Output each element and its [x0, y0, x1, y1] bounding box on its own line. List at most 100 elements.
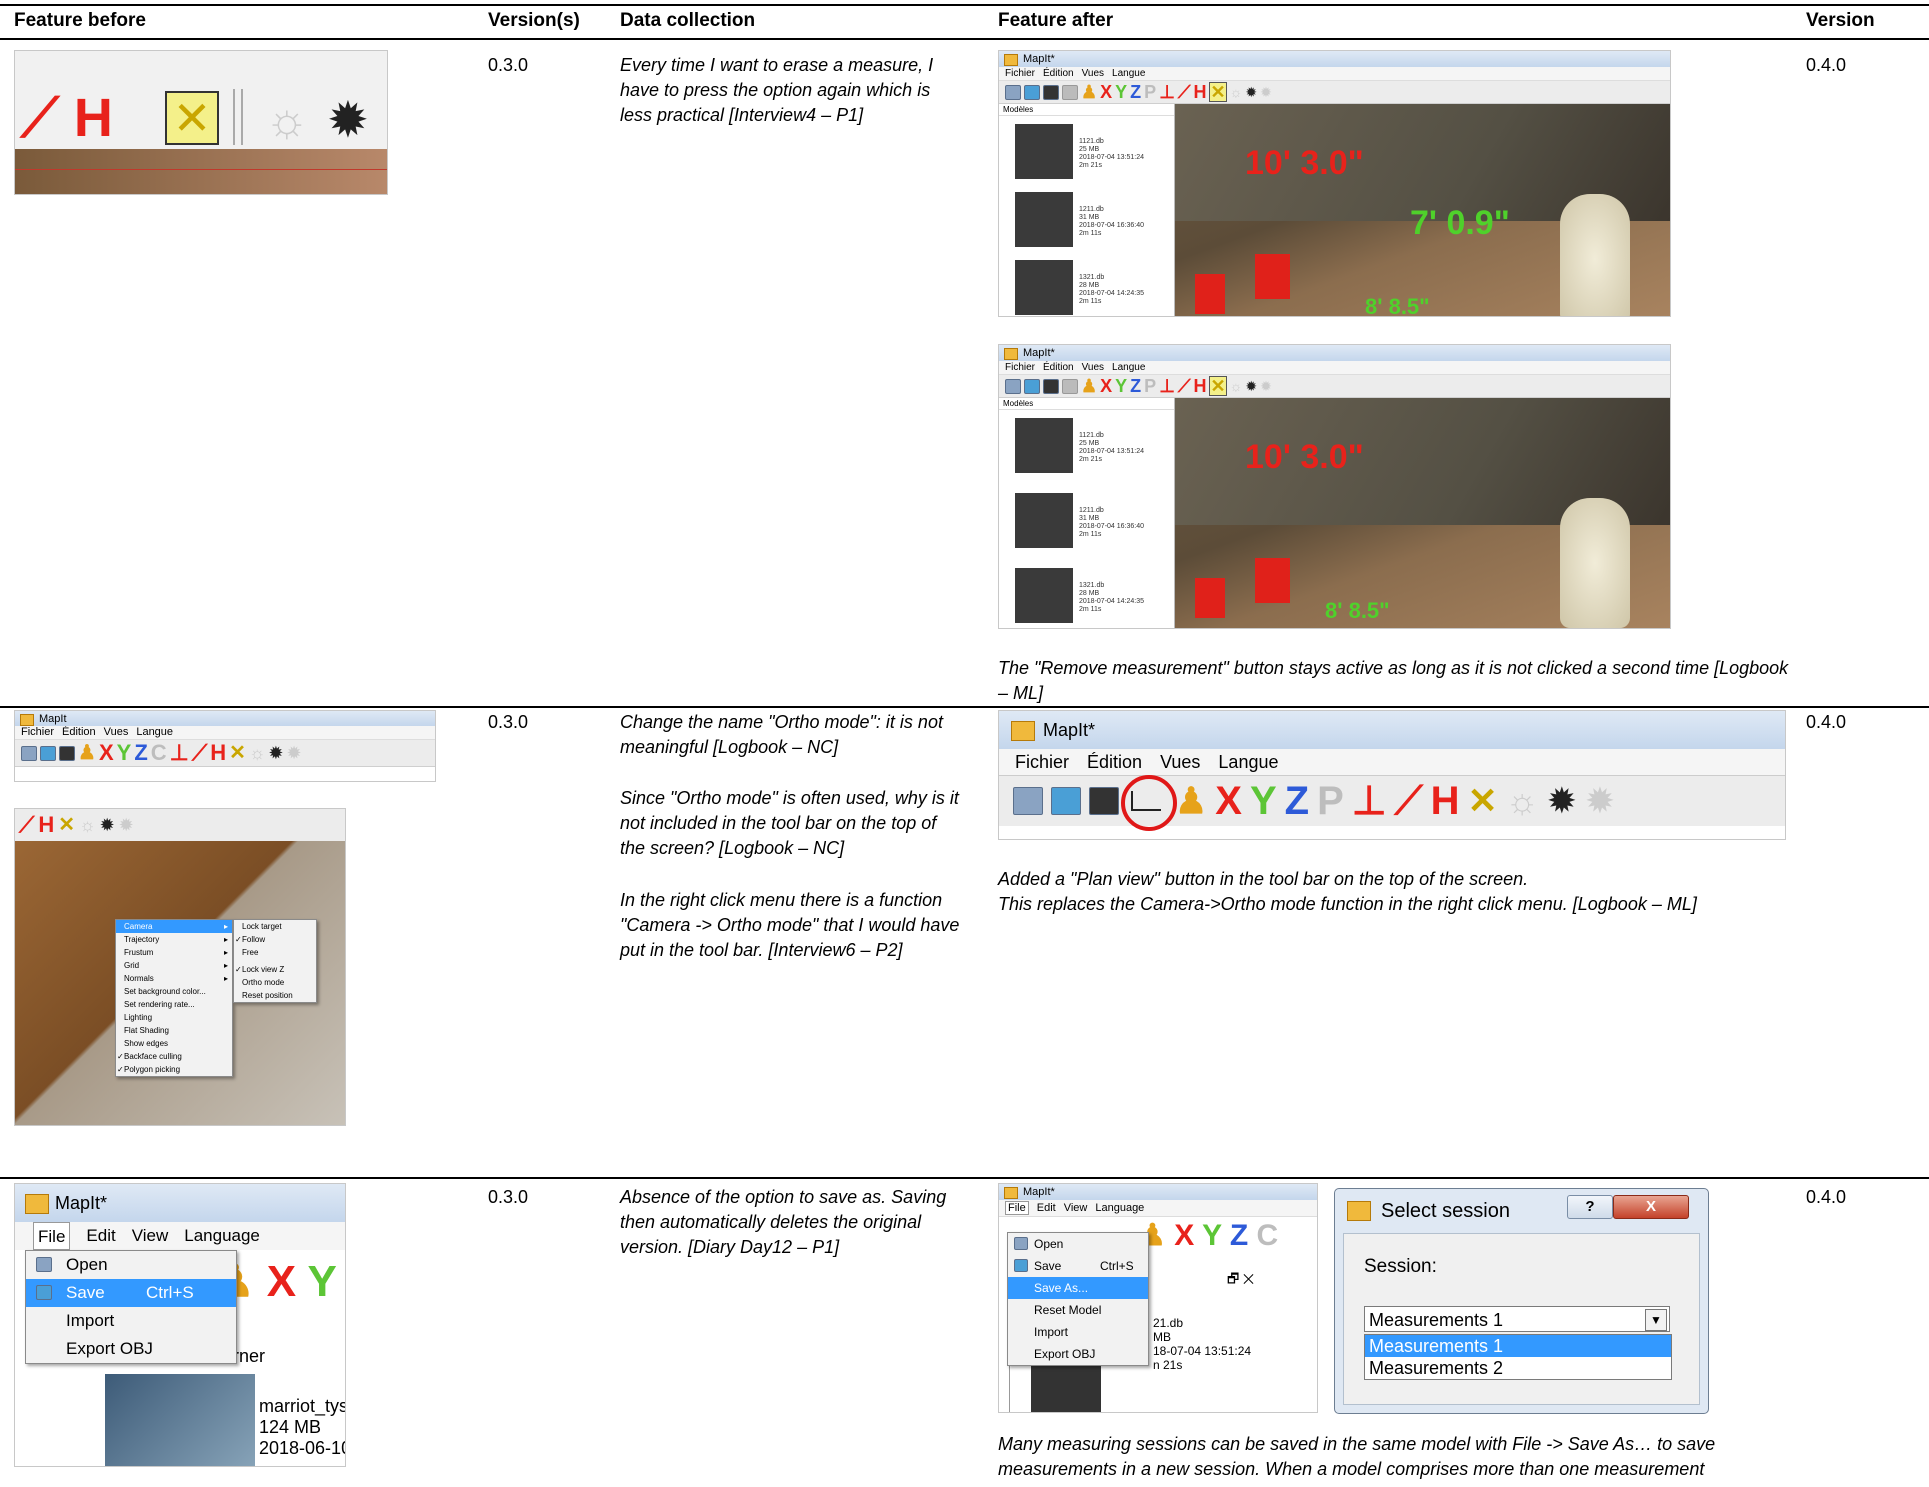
menu-item-lighting[interactable]: Lighting — [116, 1011, 232, 1024]
line-icon[interactable]: ⟋ — [192, 742, 207, 764]
save-icon[interactable] — [1024, 378, 1040, 394]
menu-item-export-obj[interactable]: Export OBJ — [26, 1335, 236, 1363]
line-icon[interactable]: ⟋ — [1178, 377, 1191, 395]
menu-item-frustum[interactable]: Frustum ▸ — [116, 946, 232, 959]
light-dim-icon[interactable]: ✹ — [1260, 378, 1272, 395]
submenu-free[interactable]: Free — [234, 946, 316, 959]
remove-measurement-icon[interactable]: ✕ — [1468, 781, 1498, 821]
light-dim-icon[interactable]: ✹ — [1260, 84, 1272, 101]
perpendicular-icon[interactable]: ⊥ — [1159, 83, 1175, 101]
light-dim-icon[interactable]: ✹ — [1585, 780, 1615, 822]
panel-controls[interactable]: 🗗 ✕ — [1227, 1270, 1254, 1292]
model-icon[interactable]: ♟ — [1175, 781, 1207, 821]
menu-item-export-obj[interactable]: Export OBJ — [1008, 1343, 1148, 1365]
remove-measurement-icon[interactable]: ✕ — [229, 743, 246, 763]
light-on-icon[interactable]: ✹ — [268, 743, 283, 764]
camera-icon[interactable] — [59, 745, 75, 761]
submenu-lock-target[interactable]: Lock target — [234, 920, 316, 933]
model-icon[interactable]: ♟ — [1081, 83, 1097, 101]
close-button[interactable]: X — [1613, 1195, 1689, 1219]
open-icon[interactable] — [1005, 84, 1021, 100]
save-icon[interactable] — [1024, 84, 1040, 100]
remove-measurement-button[interactable]: ✕ — [1209, 82, 1227, 102]
model-thumbnail[interactable] — [1015, 260, 1073, 315]
submenu-lock-view-z[interactable]: ✓ Lock view Z — [234, 963, 316, 976]
model-icon[interactable]: ♟ — [78, 743, 96, 763]
menu-item-trajectory[interactable]: Trajectory ▸ — [116, 933, 232, 946]
model-thumbnail[interactable] — [105, 1374, 255, 1466]
menu-item-save-as[interactable]: Save As... — [1008, 1277, 1148, 1299]
camera-icon[interactable] — [1089, 787, 1119, 815]
menu-view[interactable]: View — [132, 1222, 169, 1250]
menu-item-show-edges[interactable]: Show edges — [116, 1037, 232, 1050]
light-off-icon[interactable]: ☼ — [1230, 84, 1243, 100]
model-icon[interactable]: ♟ — [1081, 377, 1097, 395]
help-button[interactable]: ? — [1567, 1195, 1613, 1219]
menu-item-import[interactable]: Import — [26, 1307, 236, 1335]
menu-item-background-color[interactable]: Set background color... — [116, 985, 232, 998]
line-icon[interactable]: ⟋ — [1178, 83, 1191, 101]
perpendicular-icon[interactable]: ⊥ — [1352, 781, 1387, 821]
model-thumbnail[interactable] — [1015, 568, 1073, 623]
light-off-icon[interactable]: ☼ — [1506, 780, 1539, 822]
open-icon[interactable] — [1005, 378, 1021, 394]
menu-item-grid[interactable]: Grid ▸ — [116, 959, 232, 972]
light-off-icon[interactable]: ☼ — [249, 743, 266, 764]
plan-view-icon[interactable] — [1062, 84, 1078, 100]
menu-langue[interactable]: Langue — [1218, 749, 1278, 775]
light-on-icon[interactable]: ✹ — [100, 815, 115, 836]
camera-icon[interactable] — [1043, 378, 1059, 394]
menu-item-import[interactable]: Import — [1008, 1321, 1148, 1343]
perpendicular-icon[interactable]: ⊥ — [1159, 377, 1175, 395]
perpendicular-icon[interactable]: ⊥ — [170, 742, 189, 764]
save-icon[interactable] — [1051, 787, 1081, 815]
menu-edit[interactable]: Edit — [86, 1222, 115, 1250]
session-option[interactable]: Measurements 1 — [1365, 1335, 1671, 1357]
remove-measurement-button[interactable]: ✕ — [1209, 376, 1227, 396]
submenu-reset-position[interactable]: Reset position — [234, 989, 316, 1002]
line-icon[interactable]: ⟋ — [1395, 781, 1423, 821]
menu-edition[interactable]: Édition — [1087, 749, 1142, 775]
save-icon[interactable] — [40, 745, 56, 761]
menu-item-open[interactable]: Open — [1008, 1233, 1148, 1255]
model-thumbnail[interactable] — [1015, 493, 1073, 548]
open-icon[interactable] — [21, 745, 37, 761]
menu-item-reset-model[interactable]: Reset Model — [1008, 1299, 1148, 1321]
menu-fichier[interactable]: Fichier — [1015, 749, 1069, 775]
plan-view-button[interactable] — [1121, 775, 1177, 831]
menu-item-flat-shading[interactable]: Flat Shading — [116, 1024, 232, 1037]
model-thumbnail[interactable] — [1015, 192, 1073, 247]
open-icon[interactable] — [1013, 787, 1043, 815]
model-thumbnail[interactable] — [1015, 124, 1073, 179]
model-thumbnail[interactable] — [1015, 418, 1073, 473]
menu-item-camera[interactable]: Camera ▸ — [116, 920, 232, 933]
light-dim-icon[interactable]: ✹ — [119, 815, 134, 836]
3d-viewport[interactable]: 10' 3.0" 8' 8.5" — [1175, 398, 1670, 628]
menu-vues[interactable]: Vues — [1160, 749, 1200, 775]
menu-file[interactable]: File — [33, 1222, 71, 1250]
menu-item-normals[interactable]: Normals ▸ — [116, 972, 232, 985]
menu-item-save[interactable]: Save Ctrl+S — [1008, 1255, 1148, 1277]
menu-language[interactable]: Language — [184, 1222, 260, 1250]
line-icon[interactable]: ⟋ — [19, 814, 34, 836]
menu-item-backface-culling[interactable]: ✓ Backface culling — [116, 1050, 232, 1063]
submenu-ortho-mode[interactable]: Ortho mode — [234, 976, 316, 989]
plan-view-icon[interactable] — [1062, 378, 1078, 394]
light-on-icon[interactable]: ✹ — [1245, 84, 1257, 101]
menu-item-open[interactable]: Open — [26, 1251, 236, 1279]
session-option[interactable]: Measurements 2 — [1365, 1357, 1671, 1379]
submenu-follow[interactable]: ✓ Follow — [234, 933, 316, 946]
remove-measurement-icon[interactable]: ✕ — [58, 815, 75, 835]
light-on-icon[interactable]: ✹ — [1245, 378, 1257, 395]
light-off-icon[interactable]: ☼ — [1230, 378, 1243, 394]
3d-viewport[interactable]: 10' 3.0" 7' 0.9" 8' 8.5" — [1175, 104, 1670, 316]
menu-item-rendering-rate[interactable]: Set rendering rate... — [116, 998, 232, 1011]
menu-item-polygon-picking[interactable]: ✓ Polygon picking — [116, 1063, 232, 1076]
light-dim-icon[interactable]: ✹ — [286, 743, 301, 764]
camera-icon[interactable] — [1043, 84, 1059, 100]
chevron-down-icon[interactable]: ▼ — [1645, 1309, 1667, 1331]
menu-item-save[interactable]: Save Ctrl+S — [26, 1279, 236, 1307]
light-on-icon[interactable]: ✹ — [1547, 780, 1577, 822]
session-select[interactable]: Measurements 1 ▼ — [1364, 1306, 1670, 1332]
light-off-icon[interactable]: ☼ — [79, 815, 96, 836]
